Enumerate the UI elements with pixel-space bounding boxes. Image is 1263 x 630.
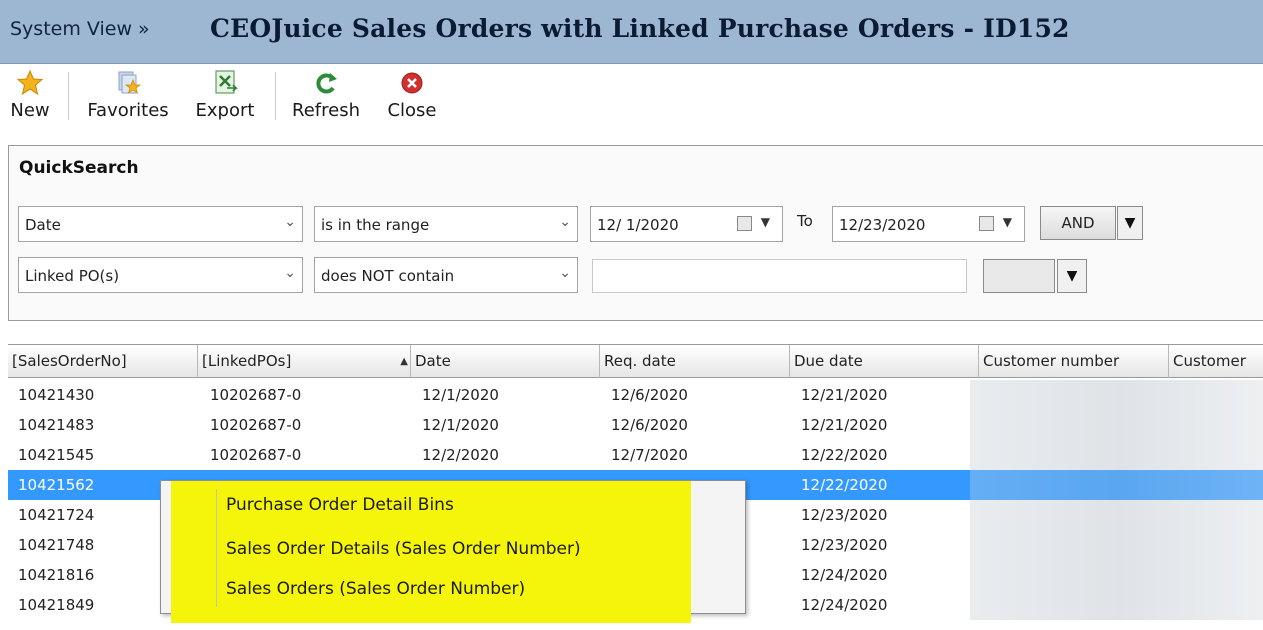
title-bar: System View » CEOJuice Sales Orders with… [0, 0, 1263, 64]
column-header-customer[interactable]: Customer [1169, 345, 1263, 378]
filter1-from-date[interactable]: 12/ 1/2020 ▼ [590, 206, 783, 242]
export-icon [215, 70, 238, 94]
grid-header: [SalesOrderNo] [LinkedPOs] ▲ Date Req. da… [8, 344, 1263, 378]
filter2-logic-dropdown-arrow[interactable]: ▼ [1057, 259, 1087, 293]
menu-item-sales-order-details[interactable]: Sales Order Details (Sales Order Number) [226, 539, 581, 559]
context-menu: Purchase Order Detail Bins Sales Order D… [160, 480, 746, 623]
breadcrumb[interactable]: System View » [10, 18, 150, 40]
export-button[interactable]: Export [190, 66, 260, 128]
filter2-field-select[interactable]: Linked PO(s) ⌄ [18, 257, 303, 293]
star-icon [17, 69, 43, 96]
toolbar-separator [68, 72, 69, 120]
chevron-down-icon: ⌄ [559, 214, 571, 230]
chevron-down-icon[interactable]: ▼ [761, 215, 770, 229]
column-header-date[interactable]: Date [411, 345, 600, 378]
column-header-salesorderno[interactable]: [SalesOrderNo] [8, 345, 198, 378]
chevron-down-icon: ⌄ [559, 265, 571, 281]
filter1-operator-select[interactable]: is in the range ⌄ [314, 206, 578, 242]
column-header-customer-number[interactable]: Customer number [979, 345, 1169, 378]
table-row[interactable]: 10421545 10202687-0 12/2/2020 12/7/2020 … [8, 440, 1263, 470]
table-row[interactable]: 10421483 10202687-0 12/1/2020 12/6/2020 … [8, 410, 1263, 440]
favorites-icon [118, 71, 142, 94]
sort-up-icon: ▲ [400, 356, 408, 367]
chevron-down-icon[interactable]: ▼ [1003, 215, 1012, 229]
logic-and-button[interactable]: AND [1040, 206, 1116, 240]
close-icon [401, 72, 423, 94]
filter2-operator-select[interactable]: does NOT contain ⌄ [314, 257, 578, 293]
toolbar: New Favorites Export Refresh Close [0, 64, 1263, 132]
chevron-down-icon: ⌄ [284, 214, 296, 230]
refresh-icon [316, 73, 337, 94]
redacted-area [970, 380, 1263, 410]
redacted-area [970, 500, 1263, 530]
redacted-area [970, 440, 1263, 470]
page-title: CEOJuice Sales Orders with Linked Purcha… [210, 14, 1070, 43]
logic-dropdown-arrow[interactable]: ▼ [1117, 206, 1143, 240]
calendar-icon[interactable] [979, 216, 994, 231]
toolbar-separator [275, 72, 276, 120]
column-header-req-date[interactable]: Req. date [600, 345, 790, 378]
favorites-button[interactable]: Favorites [80, 66, 176, 128]
chevron-down-icon: ⌄ [284, 265, 296, 281]
calendar-icon[interactable] [737, 216, 752, 231]
refresh-button[interactable]: Refresh [286, 66, 366, 128]
new-button[interactable]: New [4, 66, 56, 128]
column-header-linkedpos[interactable]: [LinkedPOs] ▲ [198, 345, 411, 378]
redacted-area [970, 530, 1263, 560]
quicksearch-title: QuickSearch [19, 158, 139, 178]
redacted-area [970, 560, 1263, 590]
menu-item-sales-orders[interactable]: Sales Orders (Sales Order Number) [226, 579, 525, 599]
filter2-logic-select[interactable] [983, 259, 1055, 293]
redacted-area [970, 410, 1263, 440]
to-label: To [797, 212, 813, 230]
table-row[interactable]: 10421430 10202687-0 12/1/2020 12/6/2020 … [8, 380, 1263, 410]
menu-item-purchase-order-detail-bins[interactable]: Purchase Order Detail Bins [226, 495, 454, 515]
filter1-to-date[interactable]: 12/23/2020 ▼ [832, 206, 1025, 242]
redacted-area [970, 470, 1263, 500]
redacted-area [970, 590, 1263, 620]
filter1-field-select[interactable]: Date ⌄ [18, 206, 303, 242]
menu-gutter [216, 489, 217, 607]
close-button[interactable]: Close [380, 66, 444, 128]
filter2-value-input[interactable] [592, 259, 967, 293]
column-header-due-date[interactable]: Due date [790, 345, 979, 378]
